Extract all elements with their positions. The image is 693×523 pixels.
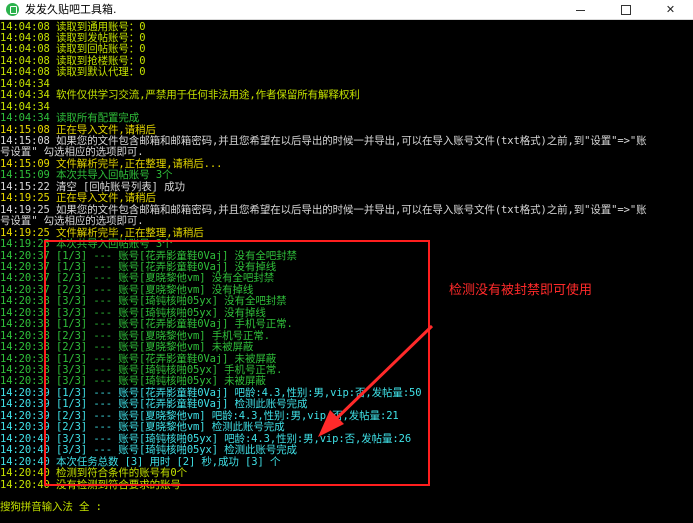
annotation-text: 检测没有被封禁即可使用 [449, 283, 593, 298]
console-line: 14:15:08 正在导入文件,请稍后 [0, 123, 156, 136]
console-line: 14:04:34 软件仅供学习交流,严禁用于任何非法用途,作者保留所有解释权利 [0, 89, 360, 102]
title-bar: 发发久贴吧工具箱. ✕ [0, 0, 693, 20]
console-line: 14:19:25 正在导入文件,请稍后 [0, 192, 156, 205]
console-line: 14:15:09 本次共导入回帖账号 3个 [0, 169, 173, 182]
console-line: 号设置" 勾选相应的选项即可. [0, 146, 144, 159]
console-line: 14:04:34 [0, 100, 50, 113]
minimize-icon [576, 9, 585, 11]
console-line: 搜狗拼音输入法 全 : [0, 501, 102, 514]
console-line: 14:19:25 如果您的文件包含邮箱和邮箱密码,并且您希望在以后导出的时候一并… [0, 203, 647, 216]
close-icon: ✕ [665, 3, 676, 16]
maximize-button[interactable] [603, 0, 648, 19]
maximize-icon [620, 5, 631, 15]
app-icon [6, 3, 19, 16]
console-line: 号设置" 勾选相应的选项即可. [0, 215, 144, 228]
highlight-box [44, 240, 430, 486]
close-button[interactable]: ✕ [648, 0, 693, 19]
console-line: 14:04:08 读取到回帖账号：0 [0, 43, 146, 56]
console-line: 14:04:34 读取所有配置完成 [0, 112, 140, 125]
minimize-button[interactable] [558, 0, 603, 19]
console-line: 14:04:08 读取到默认代理：0 [0, 66, 146, 79]
console-line: 14:19:25 文件解析完毕,正在整理,请稍后 [0, 226, 204, 239]
console-line: 14:15:22 清空 [回帖账号列表] 成功 [0, 180, 185, 193]
window-title: 发发久贴吧工具箱. [25, 3, 117, 16]
console-line: 14:04:34 [0, 77, 50, 90]
console-line: 14:04:08 读取到通用账号：0 [0, 20, 146, 33]
